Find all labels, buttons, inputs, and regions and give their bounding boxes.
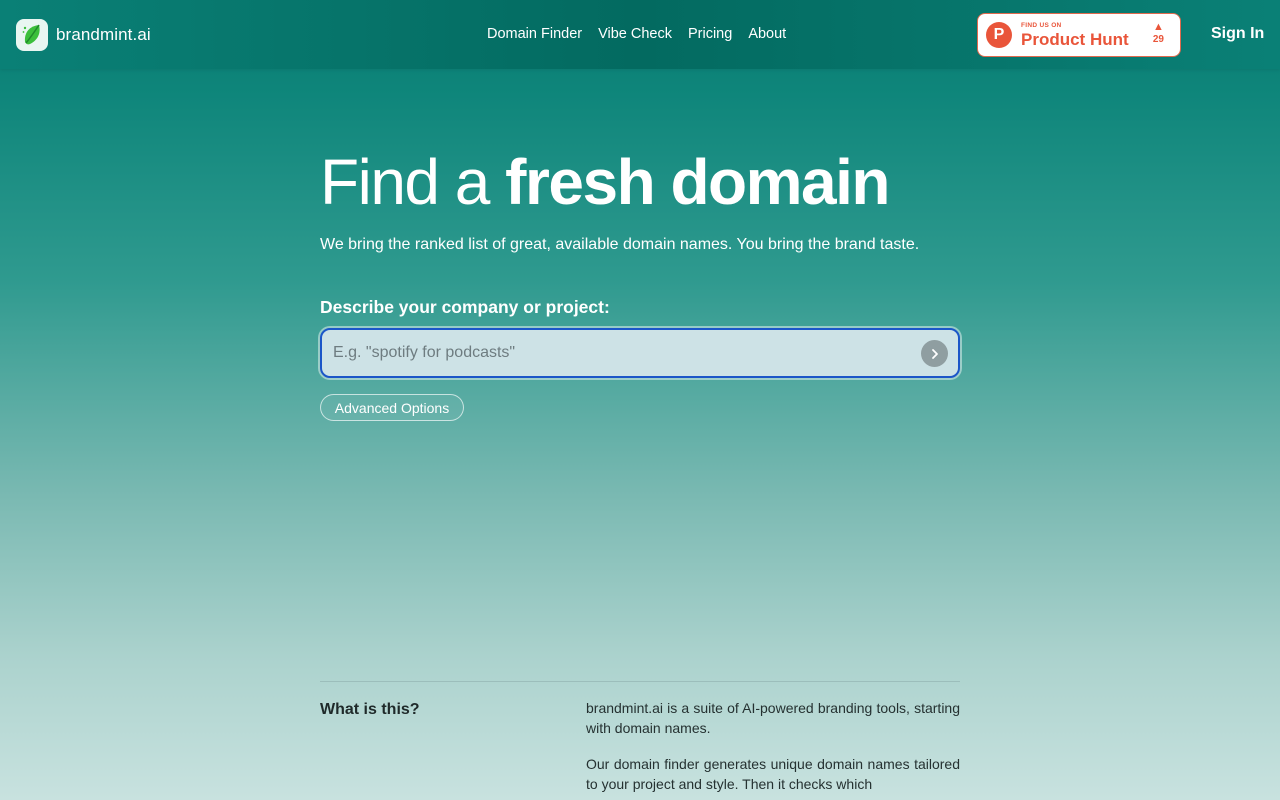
top-navigation-bar: brandmint.ai Domain Finder Vibe Check Pr… [0, 0, 1280, 69]
section-divider [320, 681, 960, 682]
product-hunt-icon: P [986, 22, 1012, 48]
vote-count: 29 [1152, 34, 1164, 45]
product-hunt-votes: ▲ 29 [1153, 21, 1164, 47]
advanced-options-button[interactable]: Advanced Options [320, 394, 464, 421]
brand-logo-link[interactable]: brandmint.ai [16, 19, 151, 51]
about-paragraph-1: brandmint.ai is a suite of AI-powered br… [586, 700, 960, 736]
brand-name: brandmint.ai [56, 25, 151, 44]
leaf-logo-icon [16, 19, 48, 51]
search-box [320, 328, 960, 378]
hero-title: Find a fresh domain [320, 146, 890, 218]
hero-subtitle: We bring the ranked list of great, avail… [320, 236, 920, 253]
hero-title-bold: fresh domain [505, 146, 890, 218]
main-nav: Domain Finder Vibe Check Pricing About [487, 26, 786, 42]
search-label: Describe your company or project: [320, 297, 610, 317]
project-description-input[interactable] [322, 330, 912, 376]
upvote-arrow-icon: ▲ [1152, 21, 1164, 33]
about-body: brandmint.ai is a suite of AI-powered br… [586, 698, 960, 800]
product-hunt-title: Product Hunt [1021, 29, 1129, 49]
about-title: What is this? [320, 701, 420, 718]
nav-about[interactable]: About [748, 26, 786, 42]
hero-title-light: Find a [320, 146, 506, 218]
nav-domain-finder[interactable]: Domain Finder [487, 26, 582, 42]
submit-search-button[interactable] [921, 340, 948, 367]
product-hunt-small-text: FIND US ON [1021, 21, 1062, 29]
product-hunt-badge[interactable]: P FIND US ON Product Hunt ▲ 29 [977, 13, 1181, 57]
sign-in-link[interactable]: Sign In [1211, 25, 1264, 43]
product-hunt-text: FIND US ON Product Hunt [1021, 22, 1129, 49]
about-paragraph-2: Our domain finder generates unique domai… [586, 756, 960, 792]
chevron-right-icon [931, 348, 938, 359]
nav-vibe-check[interactable]: Vibe Check [598, 26, 672, 42]
nav-pricing[interactable]: Pricing [688, 26, 732, 42]
